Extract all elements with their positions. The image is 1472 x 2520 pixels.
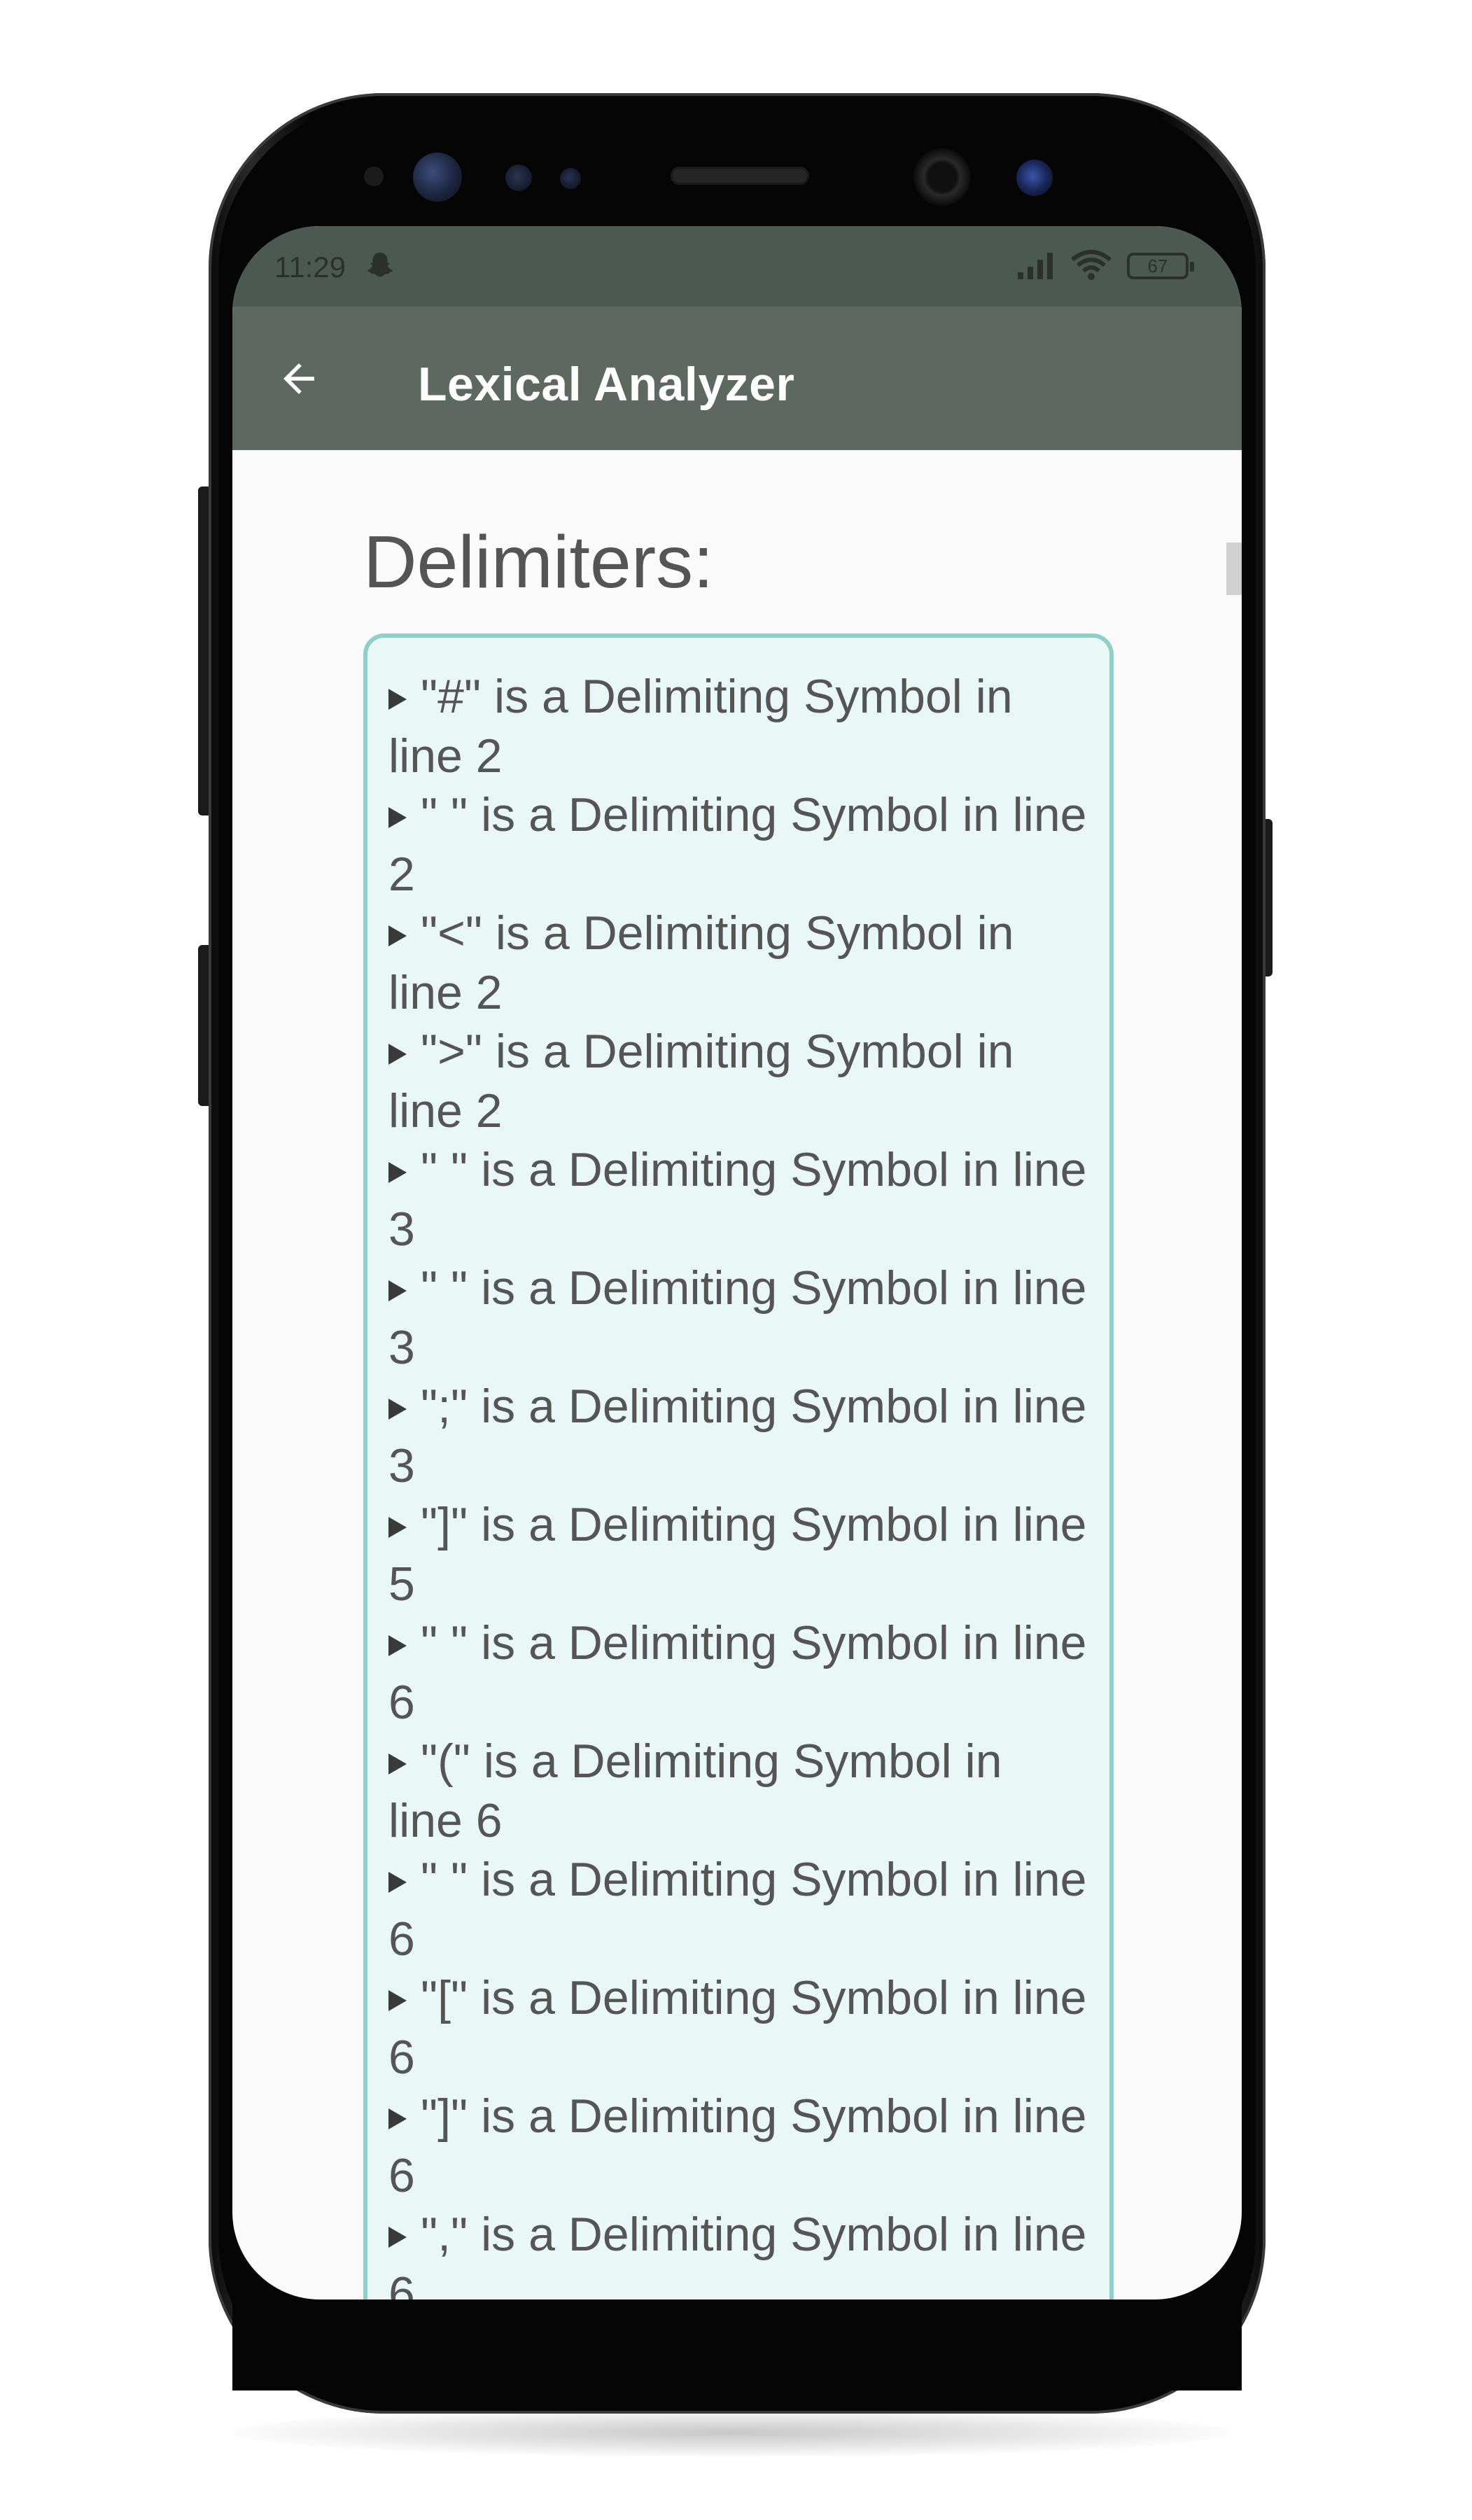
triangle-bullet-icon [388, 689, 407, 710]
front-camera [913, 148, 971, 206]
triangle-bullet-icon [388, 1399, 407, 1420]
triangle-bullet-icon [388, 1872, 407, 1893]
triangle-bullet-icon [388, 1517, 407, 1538]
iris-scanner-icon [413, 153, 462, 202]
list-item: " " is a Delimiting Symbol in line 6 [388, 1853, 1087, 1966]
list-item: "[" is a Delimiting Symbol in line 6 [388, 1971, 1087, 2084]
bottom-bezel [232, 2300, 1242, 2390]
triangle-bullet-icon [388, 1990, 407, 2011]
content-area[interactable]: Delimiters: "#" is a Delimiting Symbol i… [232, 450, 1242, 2300]
list-item: "," is a Delimiting Symbol in line 6 [388, 2208, 1087, 2300]
triangle-bullet-icon [388, 1162, 407, 1183]
triangle-bullet-icon [388, 925, 407, 946]
list-item: ";" is a Delimiting Symbol in line 3 [388, 1380, 1087, 1492]
list-item: "<" is a Delimiting Symbol in line 2 [388, 906, 1014, 1019]
triangle-bullet-icon [388, 1044, 407, 1065]
list-item: ">" is a Delimiting Symbol in line 2 [388, 1025, 1014, 1138]
triangle-bullet-icon [388, 2108, 407, 2129]
triangle-bullet-icon [388, 1635, 407, 1656]
snapchat-ghost-icon [367, 252, 393, 277]
app-title: Lexical Analyzer [418, 358, 795, 411]
triangle-bullet-icon [388, 1754, 407, 1774]
section-heading: Delimiters: [363, 521, 714, 603]
list-item: " " is a Delimiting Symbol in line 3 [388, 1261, 1087, 1374]
status-bar: 11:29 67 [232, 226, 1242, 307]
list-item: " " is a Delimiting Symbol in line 6 [388, 1616, 1087, 1729]
cellular-signal-icon [1018, 253, 1053, 279]
list-item: " " is a Delimiting Symbol in line 2 [388, 788, 1087, 901]
sensor-dot [560, 168, 581, 189]
phone-screen: 11:29 67 Lexical Analyzer Delimiters: "#… [232, 226, 1242, 2300]
list-item: " " is a Delimiting Symbol in line 3 [388, 1143, 1087, 1256]
list-item: "#" is a Delimiting Symbol in line 2 [388, 670, 1013, 783]
list-item: "]" is a Delimiting Symbol in line 5 [388, 1498, 1087, 1611]
delimiters-result-box: "#" is a Delimiting Symbol in line 2 " "… [363, 634, 1114, 2300]
triangle-bullet-icon [388, 2227, 407, 2248]
front-camera-lens [1016, 160, 1053, 196]
scrollbar-thumb[interactable] [1226, 542, 1242, 595]
arrow-left-icon[interactable] [276, 356, 322, 402]
app-bar: Lexical Analyzer [232, 307, 1242, 450]
earpiece-speaker [671, 167, 809, 185]
phone-shadow [231, 2408, 1232, 2457]
list-item: "]" is a Delimiting Symbol in line 6 [388, 2090, 1087, 2202]
list-item: "(" is a Delimiting Symbol in line 6 [388, 1735, 1002, 1847]
proximity-sensor [364, 167, 384, 186]
triangle-bullet-icon [388, 807, 407, 828]
triangle-bullet-icon [388, 1280, 407, 1301]
sensor-dot [505, 164, 532, 191]
wifi-icon [1071, 250, 1112, 280]
status-time: 11:29 [274, 251, 346, 284]
battery-icon: 67 [1127, 253, 1194, 279]
